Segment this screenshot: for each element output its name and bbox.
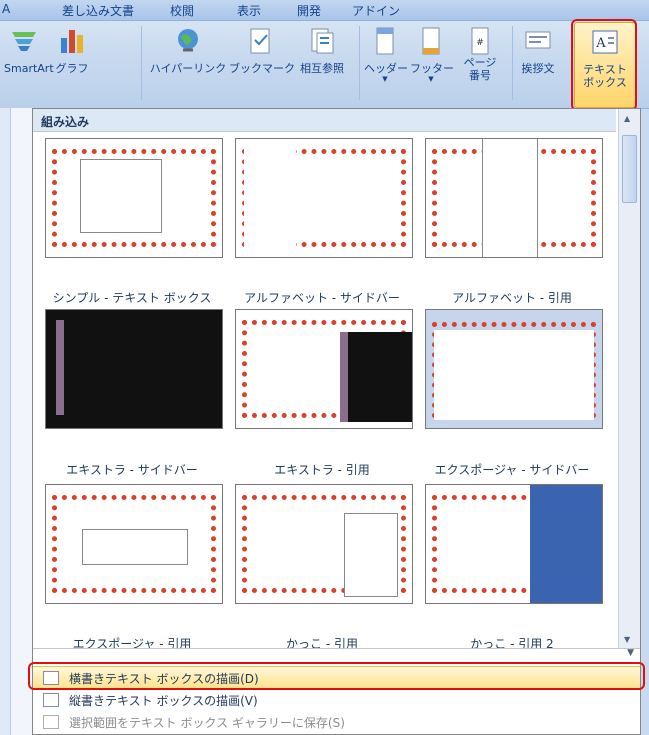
gallery-item-caption: かっこ - 引用 <box>286 637 358 651</box>
ribbon-group-separator <box>141 26 142 100</box>
save-to-gallery-icon <box>43 715 59 729</box>
page-header-icon <box>376 27 394 55</box>
footer-button[interactable]: フッター ▼ <box>410 26 454 83</box>
cross-reference-label: 相互参照 <box>300 62 344 75</box>
chart-label: グラフ <box>55 62 89 75</box>
sidebar-preview <box>82 529 188 565</box>
ribbon-group-separator <box>512 26 513 100</box>
gallery-item-caption: エクスポージャ - サイドバー <box>434 463 590 477</box>
gallery-more-icon[interactable]: ▼ <box>627 648 634 658</box>
gallery-item-extra-sidebar[interactable] <box>45 484 223 604</box>
quote-column-preview <box>482 139 538 257</box>
svg-text:#: # <box>476 38 484 48</box>
menu-separator <box>33 648 640 649</box>
text-box-preview <box>56 320 219 415</box>
hyperlink-button[interactable]: ハイパーリンク <box>146 26 230 75</box>
vertical-textbox-icon <box>43 693 59 707</box>
header-label: ヘッダー <box>364 62 408 75</box>
gallery-item-top-1[interactable] <box>45 138 223 258</box>
ribbon-group-separator <box>359 26 360 100</box>
quote-preview <box>434 330 594 420</box>
tab-developer[interactable]: 開発 <box>297 2 321 19</box>
smartart-label: SmartArt <box>4 62 54 75</box>
menu-item-label: 縦書きテキスト ボックスの描画(V) <box>69 694 258 708</box>
gallery-item-caption: シンプル - テキスト ボックス <box>52 291 212 305</box>
greeting-icon <box>525 31 551 49</box>
highlight-textbox-button <box>571 19 637 111</box>
menu-save-selection-to-gallery[interactable]: 選択範囲をテキスト ボックス ギャラリーに保存(S) <box>33 711 640 733</box>
quote-preview <box>344 513 398 597</box>
chevron-down-icon: ▼ <box>428 75 434 83</box>
chart-button[interactable]: グラフ <box>52 26 92 75</box>
gallery-item-extra-quote[interactable] <box>235 484 413 604</box>
greeting-button[interactable]: 挨拶文 <box>518 26 558 75</box>
tab-view[interactable]: 表示 <box>237 2 261 19</box>
gallery-item-caption: エキストラ - サイドバー <box>66 463 198 477</box>
globe-link-icon <box>178 29 198 52</box>
menu-draw-vertical-textbox[interactable]: 縦書きテキスト ボックスの描画(V) <box>33 689 640 711</box>
page-number-label-2: 番号 <box>469 69 491 82</box>
scrollbar-thumb[interactable] <box>622 135 637 203</box>
gallery-item-exposure-sidebar[interactable] <box>425 484 603 604</box>
gallery-section-header: 組み込み <box>33 109 616 132</box>
highlight-draw-horizontal <box>28 662 645 690</box>
footer-label: フッター <box>410 62 454 75</box>
header-button[interactable]: ヘッダー ▼ <box>364 26 408 83</box>
page-number-icon: # <box>471 27 489 55</box>
sidebar-preview <box>530 485 602 603</box>
gallery-scrollbar[interactable]: ▲ ▼ <box>618 109 640 648</box>
cross-reference-icon <box>311 28 334 54</box>
tab-review[interactable]: 校閲 <box>170 2 194 19</box>
bar-chart-icon <box>61 30 83 53</box>
tab-addins[interactable]: アドイン <box>352 2 400 19</box>
greeting-label: 挨拶文 <box>521 62 555 75</box>
sidebar-preview <box>340 332 412 422</box>
bookmark-icon <box>250 28 270 54</box>
scroll-up-icon[interactable]: ▲ <box>624 114 630 123</box>
gallery-item-caption: かっこ - 引用 2 <box>470 637 554 651</box>
scroll-down-icon[interactable]: ▼ <box>624 635 630 644</box>
gallery-item-caption: アルファベット - 引用 <box>452 291 572 305</box>
ribbon: A 差し込み文書 校閲 表示 開発 アドイン SmartArt グラフ ハイパー… <box>0 0 649 109</box>
gallery-item-top-3[interactable] <box>425 138 603 258</box>
cross-reference-button[interactable]: 相互参照 <box>291 26 353 75</box>
text-box-preview <box>80 159 162 233</box>
menu-item-label: 選択範囲をテキスト ボックス ギャラリーに保存(S) <box>69 716 345 730</box>
gallery-item-top-2[interactable] <box>235 138 413 258</box>
page-footer-icon <box>422 27 440 55</box>
gallery-item-caption: エキストラ - 引用 <box>274 463 370 477</box>
chevron-down-icon: ▼ <box>382 75 388 83</box>
textbox-gallery: 組み込み ▲ ▼ シンプル - テキスト ボックス アルファベット - サイドバ… <box>32 108 641 735</box>
bookmark-label: ブックマーク <box>229 62 295 75</box>
smartart-icon <box>12 32 36 51</box>
gallery-section-title: 組み込み <box>41 115 90 129</box>
ribbon-tab-bar: A 差し込み文書 校閲 表示 開発 アドイン <box>0 0 649 21</box>
page-number-label-1: ページ <box>463 56 497 69</box>
bookmark-button[interactable]: ブックマーク <box>229 26 295 75</box>
gallery-item-alphabet-quote[interactable] <box>425 309 603 429</box>
smartart-button[interactable]: SmartArt <box>4 26 54 75</box>
sidebar-preview <box>244 145 296 251</box>
gallery-item-caption: アルファベット - サイドバー <box>244 291 400 305</box>
page-number-button[interactable]: # ページ 番号 <box>456 26 504 82</box>
gallery-item-caption: エクスポージャ - 引用 <box>72 637 192 651</box>
gallery-item-simple-textbox[interactable] <box>45 309 223 429</box>
tab-mailings[interactable]: 差し込み文書 <box>62 2 134 19</box>
hyperlink-label: ハイパーリンク <box>149 62 227 75</box>
tab-partial[interactable]: A <box>2 2 10 16</box>
gallery-item-alphabet-sidebar[interactable] <box>235 309 413 429</box>
